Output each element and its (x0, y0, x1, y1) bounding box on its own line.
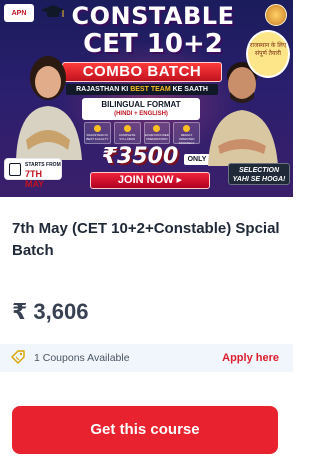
banner-price: ₹3500 (101, 144, 179, 169)
brand-logo: APN (4, 4, 34, 22)
feature-item: COMPLETE SYLLABUS (113, 122, 141, 144)
tagline-highlight: BEST TEAM (130, 86, 171, 93)
instructor-left-image (16, 56, 82, 160)
feature-item: EXAM FOCUSED PREPARATION (143, 122, 171, 144)
course-banner[interactable]: APN CONSTABLE CET 10+2 COMBO BATCH RAJAS… (0, 0, 293, 197)
selection-line-1: SELECTION (238, 167, 280, 174)
feature-list: RAJASTHAN KI BEST FACULTY COMPLETE SYLLA… (84, 122, 200, 145)
join-now-badge: JOIN NOW ▸ (90, 172, 210, 189)
emblem-seal (265, 4, 287, 26)
apply-coupon-link[interactable]: Apply here (222, 352, 279, 364)
course-price: ₹ 3,606 (12, 299, 89, 324)
bilingual-title: BILINGUAL FORMAT (101, 100, 181, 109)
starts-date: 7TH MAY (25, 169, 45, 189)
starts-label: STARTS FROM (25, 162, 61, 168)
feature-item: RESULT ORIENTED STRATEGY (173, 122, 200, 145)
bilingual-subtitle: (HINDI + ENGLISH) (114, 111, 168, 117)
get-course-button[interactable]: Get this course (12, 406, 278, 454)
banner-headline-1: CONSTABLE (71, 2, 235, 30)
rajasthan-badge: राजस्थान के लिए संपूर्ण तैयारी (246, 30, 290, 78)
selection-badge: SELECTION YAHI SE HOGA! (228, 163, 290, 185)
coupon-count-text: 1 Coupons Available (34, 352, 130, 364)
tagline-suffix: KE SAATH (172, 86, 208, 93)
bilingual-format-box: BILINGUAL FORMAT (HINDI + ENGLISH) (82, 98, 200, 120)
banner-tagline: RAJASTHAN KI BEST TEAM KE SAATH (66, 84, 218, 95)
tag-icon (11, 350, 25, 364)
starts-from-badge: STARTS FROM 7TH MAY (4, 158, 62, 189)
calendar-icon (9, 163, 21, 176)
feature-item: RAJASTHAN KI BEST FACULTY (84, 122, 111, 144)
selection-line-2: YAHI SE HOGA! (232, 176, 286, 183)
course-title[interactable]: 7th May (CET 10+2+Constable) Spcial Batc… (12, 218, 282, 262)
